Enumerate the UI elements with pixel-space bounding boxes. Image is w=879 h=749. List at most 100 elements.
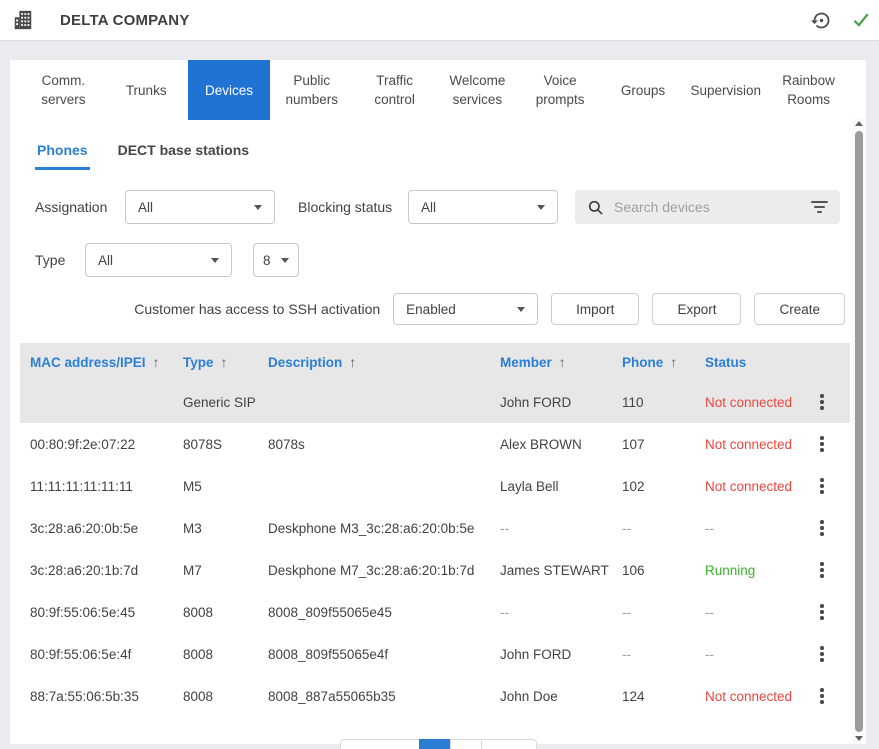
page-number-button[interactable]: 2 — [450, 739, 482, 749]
member-cell: John FORD — [500, 395, 622, 410]
scroll-up-arrow-icon[interactable] — [855, 121, 863, 126]
filter-list-icon[interactable] — [811, 201, 828, 213]
row-menu-kebab-icon[interactable] — [810, 432, 834, 456]
history-restore-icon[interactable] — [809, 8, 833, 32]
page-size-value: 8 — [263, 253, 271, 268]
member-cell: Layla Bell — [500, 479, 622, 494]
table-row[interactable]: 80:9f:55:06:5e:45 8008 8008_809f55065e45… — [20, 591, 850, 633]
description-cell: 8078s — [268, 437, 500, 452]
type-cell: 8008 — [183, 647, 268, 662]
table-row[interactable]: 11:11:11:11:11:11 M5 Layla Bell 102 Not … — [20, 465, 850, 507]
column-header-label: Type — [183, 355, 214, 370]
type-cell: M7 — [183, 563, 268, 578]
main-tab-label: Voice prompts — [525, 71, 596, 109]
table-row[interactable]: 3c:28:a6:20:1b:7d M7 Deskphone M7_3c:28:… — [20, 549, 850, 591]
main-tab[interactable]: Groups — [602, 60, 685, 120]
main-tab-label: Public numbers — [276, 71, 347, 109]
table-row[interactable]: 88:7a:55:06:5b:35 8008 8008_887a55065b35… — [20, 675, 850, 717]
table-row[interactable]: 80:9f:55:06:5e:4f 8008 8008_809f55065e4f… — [20, 633, 850, 675]
ssh-activation-select[interactable]: Enabled — [393, 293, 538, 325]
action-row: Customer has access to SSH activation En… — [35, 293, 845, 325]
main-tab-label: Devices — [205, 81, 253, 100]
table-row[interactable]: Generic SIP John FORD 110 Not connected — [20, 381, 850, 423]
chevron-down-icon — [517, 307, 525, 312]
blocking-status-select[interactable]: All — [408, 190, 558, 224]
column-header[interactable]: Phone ↑ — [622, 354, 705, 370]
main-tab[interactable]: Welcome services — [436, 60, 519, 120]
status-cell: Not connected — [705, 437, 810, 452]
column-header[interactable]: MAC address/IPEI ↑ — [30, 354, 183, 370]
chevron-down-icon — [537, 205, 545, 210]
table-row[interactable]: 00:80:9f:2e:07:22 8078S 8078s Alex BROWN… — [20, 423, 850, 465]
row-menu-kebab-icon[interactable] — [810, 474, 834, 498]
type-select[interactable]: All — [85, 243, 232, 277]
table-row[interactable]: 3c:28:a6:20:0b:5e M3 Deskphone M3_3c:28:… — [20, 507, 850, 549]
company-name: DELTA COMPANY — [60, 12, 190, 29]
description-cell: 8008_809f55065e45 — [268, 605, 500, 620]
page-size-select[interactable]: 8 — [253, 243, 299, 277]
blocking-status-label: Blocking status — [298, 199, 408, 215]
check-icon — [849, 8, 873, 32]
main-tab[interactable]: Trunks — [105, 60, 188, 120]
description-cell: 8008_887a55065b35 — [268, 689, 500, 704]
mac-cell: 80:9f:55:06:5e:45 — [30, 605, 183, 620]
previous-page-button[interactable]: Previous — [340, 739, 420, 749]
main-tab[interactable]: Devices — [188, 60, 271, 120]
sub-tab[interactable]: DECT base stations — [116, 142, 251, 170]
row-menu-kebab-icon[interactable] — [810, 390, 834, 414]
main-tab[interactable]: Public numbers — [270, 60, 353, 120]
column-header[interactable]: Member ↑ — [500, 354, 622, 370]
filter-row-1: Assignation All Blocking status All — [35, 190, 841, 224]
assignation-select[interactable]: All — [125, 190, 275, 224]
main-panel: Comm. servers Trunks Devices Public numb… — [10, 60, 866, 744]
import-button[interactable]: Import — [551, 293, 639, 325]
phone-cell: -- — [622, 647, 705, 662]
row-menu-kebab-icon[interactable] — [810, 684, 834, 708]
table-header-row: MAC address/IPEI ↑ Type ↑ Description ↑ … — [20, 343, 850, 381]
column-header[interactable]: Description ↑ — [268, 354, 500, 370]
main-tab[interactable]: Supervision — [684, 60, 767, 120]
row-menu-kebab-icon[interactable] — [810, 558, 834, 582]
column-header[interactable]: Status — [705, 355, 810, 370]
main-tab[interactable]: Rainbow Rooms — [767, 60, 850, 120]
pagination: Previous 1 2 Next — [10, 739, 866, 749]
scrollbar-thumb[interactable] — [855, 131, 863, 732]
description-cell: 8008_809f55065e4f — [268, 647, 500, 662]
type-value: All — [98, 253, 113, 268]
row-menu-kebab-icon[interactable] — [810, 516, 834, 540]
search-input[interactable] — [614, 199, 811, 215]
main-tab-label: Groups — [621, 81, 665, 100]
mac-cell: 3c:28:a6:20:0b:5e — [30, 521, 183, 536]
scroll-down-arrow-icon[interactable] — [855, 736, 863, 741]
sub-tab[interactable]: Phones — [35, 142, 90, 170]
mac-cell: 11:11:11:11:11:11 — [30, 479, 183, 494]
main-tab[interactable]: Traffic control — [353, 60, 436, 120]
column-header[interactable]: Type ↑ — [183, 354, 268, 370]
main-tab[interactable]: Comm. servers — [22, 60, 105, 120]
row-menu-kebab-icon[interactable] — [810, 600, 834, 624]
column-header-label: Description — [268, 355, 342, 370]
description-cell: Deskphone M7_3c:28:a6:20:1b:7d — [268, 563, 500, 578]
page-number-button[interactable]: 1 — [419, 739, 451, 749]
top-bar: DELTA COMPANY — [0, 0, 879, 41]
export-button[interactable]: Export — [652, 293, 741, 325]
sort-arrow-icon: ↑ — [221, 354, 228, 370]
table-body: Generic SIP John FORD 110 Not connected … — [20, 381, 850, 717]
status-cell: Not connected — [705, 689, 810, 704]
member-cell: -- — [500, 605, 622, 620]
main-tab-label: Welcome services — [442, 71, 513, 109]
sort-arrow-icon: ↑ — [349, 354, 356, 370]
row-menu-kebab-icon[interactable] — [810, 642, 834, 666]
devices-table: MAC address/IPEI ↑ Type ↑ Description ↑ … — [20, 343, 850, 717]
sort-arrow-icon: ↑ — [670, 354, 677, 370]
type-cell: 8078S — [183, 437, 268, 452]
main-tab[interactable]: Voice prompts — [519, 60, 602, 120]
blocking-status-value: All — [421, 200, 436, 215]
main-tab-label: Traffic control — [359, 71, 430, 109]
sub-tab-bar: Phones DECT base stations — [10, 120, 866, 170]
ssh-activation-label: Customer has access to SSH activation — [134, 301, 380, 317]
next-page-button[interactable]: Next — [481, 739, 537, 749]
chevron-down-icon — [281, 258, 289, 263]
phone-cell: 110 — [622, 395, 705, 410]
create-button[interactable]: Create — [754, 293, 845, 325]
